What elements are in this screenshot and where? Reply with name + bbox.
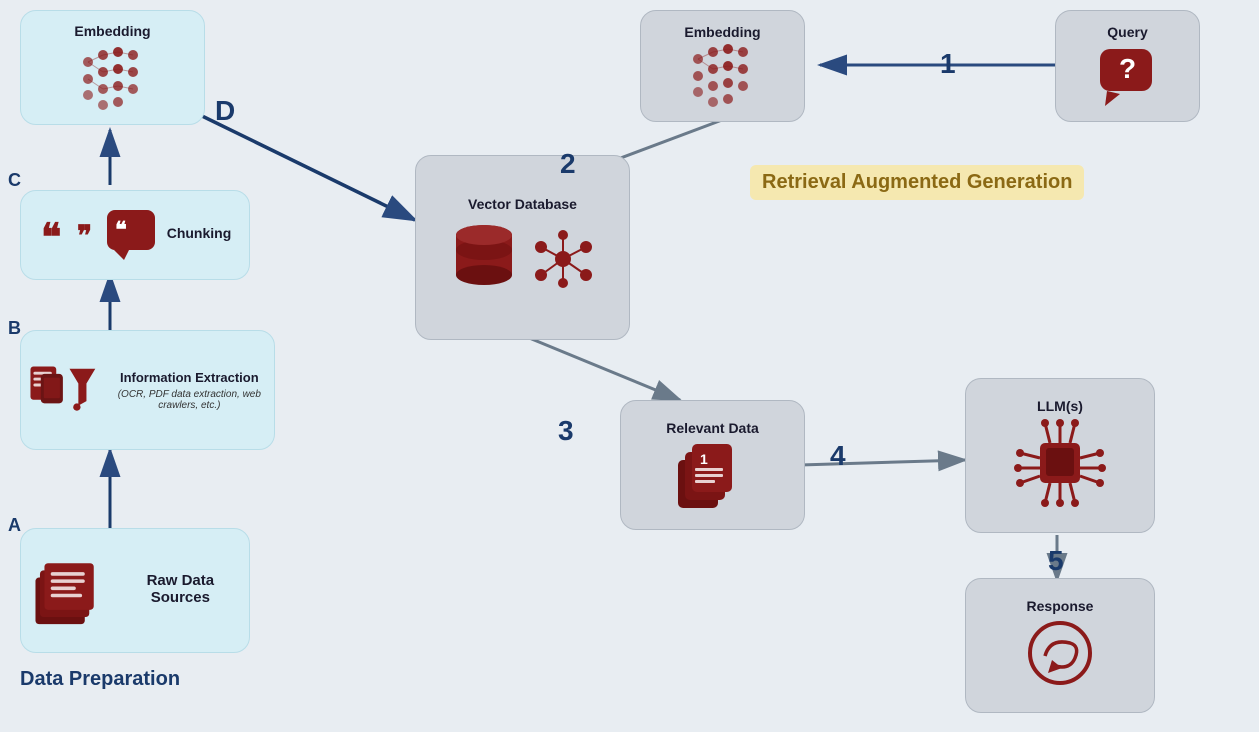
llm-title: LLM(s) xyxy=(1037,398,1083,414)
query-title: Query xyxy=(1107,24,1147,40)
chunking-node: ❝ ❞ ❝ Chunking xyxy=(20,190,250,280)
step-2-label: 2 xyxy=(560,148,576,180)
svg-text:1: 1 xyxy=(700,451,708,467)
info-extraction-title: Information Extraction xyxy=(113,370,266,385)
step-d-label: D xyxy=(215,95,235,127)
vector-db-icons xyxy=(449,220,596,300)
relevant-data-title: Relevant Data xyxy=(666,420,759,436)
step-3-label: 3 xyxy=(558,415,574,447)
chunking-icon: ❝ ❞ ❝ xyxy=(39,205,159,265)
raw-data-node: Raw Data Sources xyxy=(20,528,250,653)
chunking-title: Chunking xyxy=(167,225,232,241)
llm-node: LLM(s) xyxy=(965,378,1155,533)
svg-text:❞: ❞ xyxy=(77,221,92,252)
query-icon: ? xyxy=(1095,44,1160,109)
response-node: Response xyxy=(965,578,1155,713)
info-extraction-node: Information Extraction (OCR, PDF data ex… xyxy=(20,330,275,450)
embedding-left-icon-container xyxy=(78,47,148,112)
info-extraction-subtitle: (OCR, PDF data extraction, web crawlers,… xyxy=(113,389,266,411)
response-icon xyxy=(1020,618,1100,693)
llm-icon xyxy=(1010,418,1110,513)
vector-db-title: Vector Database xyxy=(468,196,577,212)
raw-data-icon xyxy=(31,546,112,636)
letter-b: B xyxy=(8,318,21,339)
query-node: Query ? xyxy=(1055,10,1200,122)
embedding-left-title: Embedding xyxy=(74,23,150,39)
step-1-label: 1 xyxy=(940,48,956,80)
relevant-data-icon: 1 xyxy=(673,440,753,510)
letter-c: C xyxy=(8,170,21,191)
rag-title: Retrieval Augmented Generation xyxy=(750,165,1084,200)
response-title: Response xyxy=(1027,598,1094,614)
molecule-icon xyxy=(531,227,596,292)
letter-a: A xyxy=(8,515,21,536)
svg-text:❝: ❝ xyxy=(115,217,127,242)
neural-network-icon-top xyxy=(688,44,758,109)
embedding-top-node: Embedding xyxy=(640,10,805,122)
data-preparation-title: Data Preparation xyxy=(20,668,180,691)
raw-data-title: Raw Data Sources xyxy=(122,572,239,606)
info-extraction-icon xyxy=(29,353,103,428)
neural-network-icon-left xyxy=(78,47,148,112)
step-4-label: 4 xyxy=(830,440,846,472)
database-icon xyxy=(449,220,519,300)
svg-text:❝: ❝ xyxy=(41,217,61,259)
vector-database-node: Vector Database xyxy=(415,155,630,340)
embedding-top-title: Embedding xyxy=(684,24,760,40)
embedding-left-node: Embedding xyxy=(20,10,205,125)
relevant-data-node: Relevant Data 1 xyxy=(620,400,805,530)
svg-text:?: ? xyxy=(1119,53,1136,84)
step-5-label: 5 xyxy=(1048,545,1064,577)
